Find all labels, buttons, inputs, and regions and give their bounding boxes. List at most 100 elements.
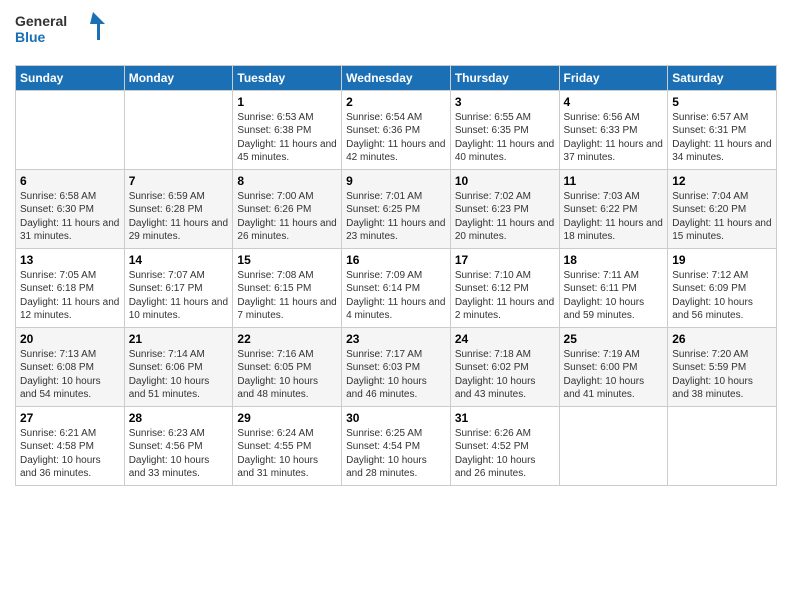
day-info: Sunrise: 6:57 AM Sunset: 6:31 PM Dayligh… xyxy=(672,111,772,165)
svg-text:General: General xyxy=(15,13,67,29)
calendar-cell: 6 Sunrise: 6:58 AM Sunset: 6:30 PM Daylig… xyxy=(16,169,125,248)
calendar-cell: 25 Sunrise: 7:19 AM Sunset: 6:00 PM Dayli… xyxy=(559,327,668,406)
day-info: Sunrise: 7:09 AM Sunset: 6:14 PM Dayligh… xyxy=(346,269,446,323)
day-number: 25 xyxy=(564,332,664,346)
calendar-cell: 12 Sunrise: 7:04 AM Sunset: 6:20 PM Dayli… xyxy=(668,169,777,248)
calendar-cell: 16 Sunrise: 7:09 AM Sunset: 6:14 PM Dayli… xyxy=(342,248,451,327)
day-number: 10 xyxy=(455,174,555,188)
calendar-day-header: Thursday xyxy=(450,65,559,90)
day-number: 15 xyxy=(237,253,337,267)
day-info: Sunrise: 7:07 AM Sunset: 6:17 PM Dayligh… xyxy=(129,269,229,323)
calendar-cell: 19 Sunrise: 7:12 AM Sunset: 6:09 PM Dayli… xyxy=(668,248,777,327)
day-number: 1 xyxy=(237,95,337,109)
day-info: Sunrise: 7:08 AM Sunset: 6:15 PM Dayligh… xyxy=(237,269,337,323)
logo-text: General Blue xyxy=(15,10,105,57)
day-number: 28 xyxy=(129,411,229,425)
day-info: Sunrise: 7:13 AM Sunset: 6:08 PM Dayligh… xyxy=(20,348,120,402)
calendar-cell xyxy=(668,406,777,485)
calendar-cell: 17Sunrise: 7:10 AM Sunset: 6:12 PM Dayli… xyxy=(450,248,559,327)
day-number: 20 xyxy=(20,332,120,346)
header: General Blue xyxy=(15,10,777,57)
calendar-cell: 15 Sunrise: 7:08 AM Sunset: 6:15 PM Dayli… xyxy=(233,248,342,327)
day-info: Sunrise: 6:26 AM Sunset: 4:52 PM Dayligh… xyxy=(455,427,555,481)
day-info: Sunrise: 6:55 AM Sunset: 6:35 PM Dayligh… xyxy=(455,111,555,165)
day-info: Sunrise: 7:04 AM Sunset: 6:20 PM Dayligh… xyxy=(672,190,772,244)
day-info: Sunrise: 7:16 AM Sunset: 6:05 PM Dayligh… xyxy=(237,348,337,402)
calendar-cell: 20 Sunrise: 7:13 AM Sunset: 6:08 PM Dayli… xyxy=(16,327,125,406)
day-number: 14 xyxy=(129,253,229,267)
day-number: 26 xyxy=(672,332,772,346)
day-number: 19 xyxy=(672,253,772,267)
day-info: Sunrise: 6:54 AM Sunset: 6:36 PM Dayligh… xyxy=(346,111,446,165)
calendar-week-row: 27Sunrise: 6:21 AM Sunset: 4:58 PM Dayli… xyxy=(16,406,777,485)
calendar-cell: 13 Sunrise: 7:05 AM Sunset: 6:18 PM Dayli… xyxy=(16,248,125,327)
day-number: 16 xyxy=(346,253,446,267)
day-number: 18 xyxy=(564,253,664,267)
calendar-header-row: SundayMondayTuesdayWednesdayThursdayFrid… xyxy=(16,65,777,90)
day-number: 24 xyxy=(455,332,555,346)
calendar-cell xyxy=(559,406,668,485)
calendar-cell: 22 Sunrise: 7:16 AM Sunset: 6:05 PM Dayli… xyxy=(233,327,342,406)
calendar-cell: 14 Sunrise: 7:07 AM Sunset: 6:17 PM Dayli… xyxy=(124,248,233,327)
calendar-cell: 7Sunrise: 6:59 AM Sunset: 6:28 PM Daylig… xyxy=(124,169,233,248)
day-info: Sunrise: 7:02 AM Sunset: 6:23 PM Dayligh… xyxy=(455,190,555,244)
calendar-table: SundayMondayTuesdayWednesdayThursdayFrid… xyxy=(15,65,777,486)
day-number: 21 xyxy=(129,332,229,346)
calendar-cell: 31 Sunrise: 6:26 AM Sunset: 4:52 PM Dayli… xyxy=(450,406,559,485)
calendar-cell: 9Sunrise: 7:01 AM Sunset: 6:25 PM Daylig… xyxy=(342,169,451,248)
calendar-cell: 8 Sunrise: 7:00 AM Sunset: 6:26 PM Daylig… xyxy=(233,169,342,248)
logo-svg: General Blue xyxy=(15,10,105,52)
day-info: Sunrise: 6:25 AM Sunset: 4:54 PM Dayligh… xyxy=(346,427,446,481)
day-info: Sunrise: 7:14 AM Sunset: 6:06 PM Dayligh… xyxy=(129,348,229,402)
calendar-day-header: Saturday xyxy=(668,65,777,90)
calendar-cell: 5 Sunrise: 6:57 AM Sunset: 6:31 PM Daylig… xyxy=(668,90,777,169)
day-number: 13 xyxy=(20,253,120,267)
logo: General Blue xyxy=(15,10,105,57)
day-info: Sunrise: 7:17 AM Sunset: 6:03 PM Dayligh… xyxy=(346,348,446,402)
day-info: Sunrise: 7:05 AM Sunset: 6:18 PM Dayligh… xyxy=(20,269,120,323)
day-number: 3 xyxy=(455,95,555,109)
calendar-cell xyxy=(16,90,125,169)
day-info: Sunrise: 7:11 AM Sunset: 6:11 PM Dayligh… xyxy=(564,269,664,323)
calendar-cell: 10 Sunrise: 7:02 AM Sunset: 6:23 PM Dayli… xyxy=(450,169,559,248)
calendar-week-row: 6 Sunrise: 6:58 AM Sunset: 6:30 PM Daylig… xyxy=(16,169,777,248)
day-number: 29 xyxy=(237,411,337,425)
day-info: Sunrise: 7:20 AM Sunset: 5:59 PM Dayligh… xyxy=(672,348,772,402)
day-number: 7 xyxy=(129,174,229,188)
day-info: Sunrise: 7:19 AM Sunset: 6:00 PM Dayligh… xyxy=(564,348,664,402)
day-number: 11 xyxy=(564,174,664,188)
day-number: 31 xyxy=(455,411,555,425)
day-number: 8 xyxy=(237,174,337,188)
calendar-week-row: 20 Sunrise: 7:13 AM Sunset: 6:08 PM Dayli… xyxy=(16,327,777,406)
svg-text:Blue: Blue xyxy=(15,29,46,45)
calendar-cell: 29 Sunrise: 6:24 AM Sunset: 4:55 PM Dayli… xyxy=(233,406,342,485)
calendar-week-row: 1 Sunrise: 6:53 AM Sunset: 6:38 PM Daylig… xyxy=(16,90,777,169)
day-number: 23 xyxy=(346,332,446,346)
day-number: 27 xyxy=(20,411,120,425)
day-number: 17 xyxy=(455,253,555,267)
day-info: Sunrise: 7:00 AM Sunset: 6:26 PM Dayligh… xyxy=(237,190,337,244)
day-number: 22 xyxy=(237,332,337,346)
day-number: 6 xyxy=(20,174,120,188)
day-info: Sunrise: 6:53 AM Sunset: 6:38 PM Dayligh… xyxy=(237,111,337,165)
calendar-cell: 27Sunrise: 6:21 AM Sunset: 4:58 PM Dayli… xyxy=(16,406,125,485)
day-number: 9 xyxy=(346,174,446,188)
calendar-cell: 2 Sunrise: 6:54 AM Sunset: 6:36 PM Daylig… xyxy=(342,90,451,169)
calendar-day-header: Monday xyxy=(124,65,233,90)
day-number: 12 xyxy=(672,174,772,188)
day-number: 5 xyxy=(672,95,772,109)
day-info: Sunrise: 7:18 AM Sunset: 6:02 PM Dayligh… xyxy=(455,348,555,402)
day-info: Sunrise: 6:24 AM Sunset: 4:55 PM Dayligh… xyxy=(237,427,337,481)
calendar-day-header: Wednesday xyxy=(342,65,451,90)
calendar-cell: 28Sunrise: 6:23 AM Sunset: 4:56 PM Dayli… xyxy=(124,406,233,485)
calendar-week-row: 13 Sunrise: 7:05 AM Sunset: 6:18 PM Dayli… xyxy=(16,248,777,327)
day-info: Sunrise: 7:03 AM Sunset: 6:22 PM Dayligh… xyxy=(564,190,664,244)
day-info: Sunrise: 6:56 AM Sunset: 6:33 PM Dayligh… xyxy=(564,111,664,165)
day-info: Sunrise: 7:12 AM Sunset: 6:09 PM Dayligh… xyxy=(672,269,772,323)
calendar-cell xyxy=(124,90,233,169)
calendar-cell: 11 Sunrise: 7:03 AM Sunset: 6:22 PM Dayli… xyxy=(559,169,668,248)
day-info: Sunrise: 6:58 AM Sunset: 6:30 PM Dayligh… xyxy=(20,190,120,244)
day-number: 2 xyxy=(346,95,446,109)
calendar-cell: 4Sunrise: 6:56 AM Sunset: 6:33 PM Daylig… xyxy=(559,90,668,169)
calendar-day-header: Friday xyxy=(559,65,668,90)
